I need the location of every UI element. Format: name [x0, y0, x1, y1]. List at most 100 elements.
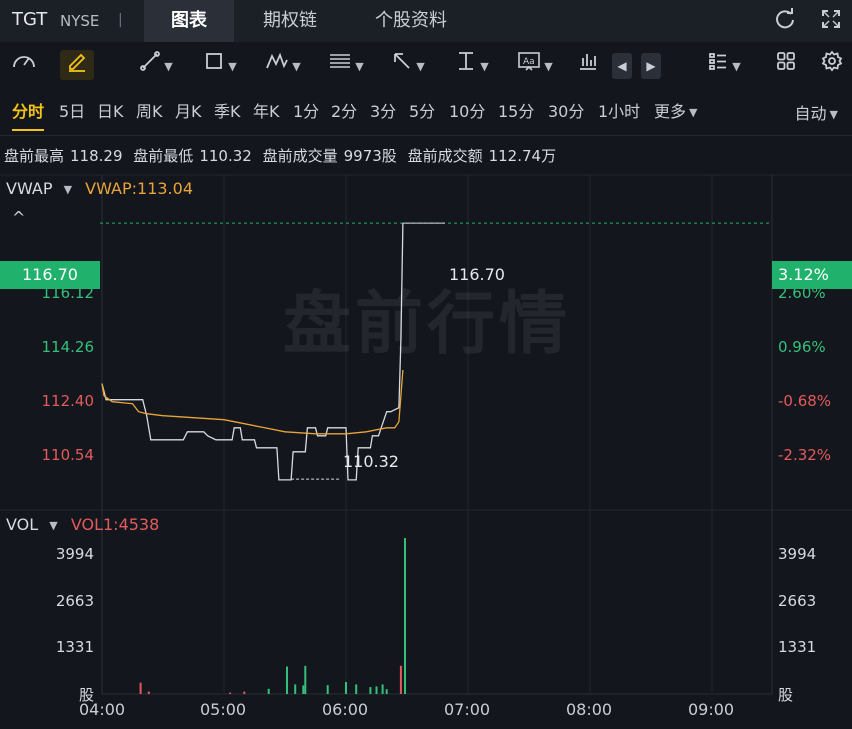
exchange-label: NYSE — [60, 12, 100, 30]
drawing-toolbar: ▼ ▼ ▼ ▼ ▼ ▼ Aa ▼ ◀ ▶ ▼ — [0, 42, 852, 88]
volume-bar — [355, 684, 358, 694]
chevron-down-icon: ▼ — [63, 183, 73, 196]
time-label: 08:00 — [566, 700, 613, 719]
period-weekly[interactable]: 周K — [136, 98, 163, 122]
period-10min[interactable]: 10分 — [449, 98, 485, 122]
period-1min[interactable]: 1分 — [293, 98, 319, 122]
price-indicator-legend[interactable]: VWAP ▼ VWAP:113.04 — [6, 179, 193, 198]
volume-bar — [229, 692, 232, 694]
divider — [0, 135, 852, 136]
period-daily[interactable]: 日K — [97, 98, 124, 122]
high-label: 盘前最高 — [4, 147, 65, 165]
refresh-icon[interactable] — [772, 8, 798, 34]
pencil-icon[interactable] — [60, 50, 94, 80]
pct-tick: -0.68% — [778, 392, 832, 410]
separator: | — [118, 12, 123, 28]
next-icon[interactable]: ▶ — [641, 53, 661, 79]
settings-icon[interactable] — [818, 50, 846, 80]
prev-icon[interactable]: ◀ — [612, 53, 632, 79]
volume-tick: 1331 — [55, 638, 94, 656]
period-yearly[interactable]: 年K — [253, 98, 280, 122]
high-value: 118.29 — [70, 147, 123, 165]
volume-indicator-name: VOL — [6, 515, 39, 534]
volume-bar — [286, 666, 288, 694]
volume-tick: 3994 — [778, 545, 817, 563]
volume-indicator-legend[interactable]: VOL ▼ VOL1:4538 — [6, 515, 159, 534]
volume-bar — [243, 691, 246, 694]
period-quarterly[interactable]: 季K — [214, 98, 241, 122]
chevron-down-icon: ▼ — [49, 519, 58, 532]
current-pct-tag: 3.12% — [772, 261, 852, 289]
speedometer-icon[interactable] — [8, 50, 40, 80]
time-label: 09:00 — [688, 700, 735, 719]
time-label: 04:00 — [79, 700, 126, 719]
premarket-stats: 盘前最高 118.29 盘前最低 110.32 盘前成交量 9973股 盘前成交额 11… — [4, 145, 562, 166]
period-monthly[interactable]: 月K — [175, 98, 202, 122]
pattern-icon[interactable]: ▼ — [258, 50, 308, 80]
grid-icon[interactable] — [772, 50, 800, 80]
volume-bar — [302, 685, 305, 694]
period-5min[interactable]: 5分 — [409, 98, 435, 122]
period-2min[interactable]: 2分 — [331, 98, 357, 122]
volume-bar — [345, 682, 347, 694]
collapse-icon[interactable]: ^ — [12, 208, 25, 227]
period-1hour[interactable]: 1小时 — [598, 98, 640, 122]
arrow-icon[interactable]: ▼ — [384, 50, 432, 80]
volume-bar — [404, 538, 406, 694]
tab-option-chain[interactable]: 期权链 — [240, 0, 340, 42]
period-15min[interactable]: 15分 — [498, 98, 534, 122]
chevron-down-icon: ▼ — [689, 106, 698, 119]
indicator-name: VWAP — [6, 179, 53, 198]
period-intraday[interactable]: 分时 — [12, 98, 45, 131]
text-icon[interactable]: Aa ▼ — [510, 50, 560, 80]
amount-value: 112.74万 — [488, 147, 557, 165]
volume-bar — [375, 686, 378, 694]
volume-indicator-value: VOL1:4538 — [70, 515, 160, 534]
pct-tick: 0.96% — [778, 338, 826, 356]
volume-bar — [147, 691, 150, 694]
volume-tick: 2663 — [55, 592, 94, 610]
period-selector: 分时 5日 日K 周K 月K 季K 年K 1分 2分 3分 5分 10分 15分… — [0, 90, 852, 131]
amount-label: 盘前成交额 — [407, 147, 483, 165]
time-label: 07:00 — [444, 700, 491, 719]
chevron-down-icon: ▼ — [829, 108, 838, 121]
tab-profile[interactable]: 个股资料 — [356, 0, 466, 42]
volume-bar — [385, 689, 388, 694]
trend-line-icon[interactable]: ▼ — [132, 50, 180, 80]
volume-bar — [139, 682, 142, 694]
scale-mode-label: 自动 — [794, 104, 827, 123]
top-bar: TGT NYSE | 图表 期权链 个股资料 — [0, 0, 852, 42]
period-5day[interactable]: 5日 — [59, 98, 85, 122]
time-label: 05:00 — [200, 700, 247, 719]
fibonacci-icon[interactable]: ▼ — [322, 50, 370, 80]
volume-bar — [369, 687, 372, 694]
volume-bar — [304, 665, 307, 694]
scale-mode-dropdown[interactable]: 自动 ▼ — [795, 100, 838, 124]
rectangle-icon[interactable]: ▼ — [196, 50, 244, 80]
period-3min[interactable]: 3分 — [370, 98, 396, 122]
vertical-measure-icon[interactable]: ▼ — [448, 50, 496, 80]
watermark: 盘前行情 — [283, 285, 572, 364]
volume-tick: 1331 — [778, 638, 817, 656]
stock-symbol: TGT — [12, 9, 48, 30]
price-tick: 114.26 — [41, 338, 95, 356]
vwap-line — [101, 369, 404, 435]
period-30min[interactable]: 30分 — [548, 98, 584, 122]
period-more[interactable]: 更多 ▼ — [654, 98, 697, 122]
volume-bar — [399, 665, 402, 694]
fullscreen-icon[interactable] — [818, 8, 844, 34]
volume-tick: 2663 — [778, 592, 817, 610]
time-label: 06:00 — [322, 700, 369, 719]
low-annotation: 110.32 — [343, 452, 399, 471]
volume-bar — [326, 685, 329, 694]
volume-bar — [381, 684, 384, 694]
volume-value: 9973股 — [343, 147, 397, 165]
indicator-icon[interactable] — [574, 50, 602, 80]
volume-bar — [294, 684, 297, 694]
price-tick: 112.40 — [41, 392, 95, 410]
list-icon[interactable]: ▼ — [700, 50, 748, 80]
tab-chart[interactable]: 图表 — [144, 0, 234, 42]
volume-tick: 3994 — [55, 545, 94, 563]
high-annotation: 116.70 — [449, 265, 505, 284]
low-value: 110.32 — [199, 147, 252, 165]
